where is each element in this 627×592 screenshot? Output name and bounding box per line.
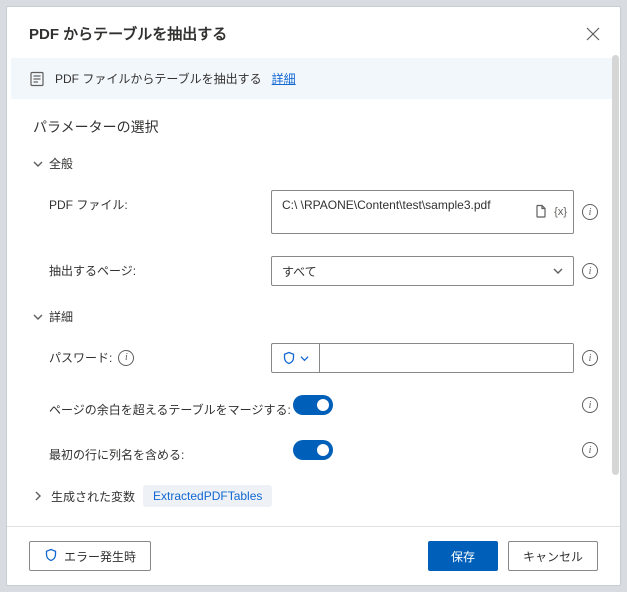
section-generated-label: 生成された変数	[51, 488, 135, 505]
info-bar: PDF ファイルからテーブルを抽出する 詳細	[11, 58, 616, 99]
merge-toggle[interactable]	[293, 395, 333, 415]
section-generated[interactable]: 生成された変数 ExtractedPDFTables	[33, 485, 598, 507]
dialog-body: パラメーターの選択 全般 PDF ファイル: C:\ \RPAONE\Conte…	[7, 99, 620, 526]
pdf-file-value: C:\ \RPAONE\Content\test\sample3.pdf	[282, 198, 491, 212]
chevron-right-icon	[33, 491, 43, 501]
dialog-title: PDF からテーブルを抽出する	[29, 23, 227, 44]
generated-variable-chip[interactable]: ExtractedPDFTables	[143, 485, 272, 507]
chevron-down-icon	[33, 312, 43, 322]
section-detail-label: 詳細	[49, 308, 73, 325]
info-icon[interactable]: i	[582, 350, 598, 366]
titlebar: PDF からテーブルを抽出する	[7, 7, 620, 58]
merge-label: ページの余白を超えるテーブルをマージする:	[33, 395, 293, 418]
scrollbar[interactable]	[612, 53, 619, 523]
info-link[interactable]: 詳細	[272, 70, 296, 87]
info-icon[interactable]: i	[582, 397, 598, 413]
shield-icon	[282, 351, 296, 365]
pdf-file-label: PDF ファイル:	[33, 190, 271, 213]
info-icon[interactable]: i	[582, 204, 598, 220]
password-input[interactable]	[320, 344, 573, 372]
info-icon[interactable]: i	[582, 263, 598, 279]
pdf-file-input[interactable]: C:\ \RPAONE\Content\test\sample3.pdf {x}	[271, 190, 574, 234]
row-pages: 抽出するページ: すべて i	[33, 256, 598, 286]
firstrow-label: 最初の行に列名を含める:	[33, 440, 293, 463]
info-icon[interactable]: i	[118, 350, 134, 366]
chevron-down-icon	[33, 159, 43, 169]
variable-picker-icon[interactable]: {x}	[554, 204, 567, 220]
footer: エラー発生時 保存 キャンセル	[7, 526, 620, 585]
firstrow-toggle[interactable]	[293, 440, 333, 460]
save-button[interactable]: 保存	[428, 541, 498, 571]
row-firstrow: 最初の行に列名を含める: i	[33, 440, 598, 463]
info-text: PDF ファイルからテーブルを抽出する	[55, 70, 262, 87]
pages-value: すべて	[282, 263, 317, 280]
chevron-down-icon	[553, 266, 563, 276]
section-general-label: 全般	[49, 155, 73, 172]
section-detail[interactable]: 詳細	[33, 308, 598, 325]
pages-select[interactable]: すべて	[271, 256, 574, 286]
row-password: パスワード: i i	[33, 343, 598, 373]
shield-outline-icon	[44, 548, 58, 565]
parameters-title: パラメーターの選択	[33, 117, 598, 137]
row-merge: ページの余白を超えるテーブルをマージする: i	[33, 395, 598, 418]
row-pdf-file: PDF ファイル: C:\ \RPAONE\Content\test\sampl…	[33, 190, 598, 234]
pages-label: 抽出するページ:	[33, 256, 271, 279]
pdf-icon	[29, 71, 45, 87]
cancel-button[interactable]: キャンセル	[508, 541, 598, 571]
scrollbar-thumb[interactable]	[612, 55, 619, 475]
password-field	[271, 343, 574, 373]
close-icon[interactable]	[586, 27, 600, 41]
on-error-button[interactable]: エラー発生時	[29, 541, 151, 571]
info-icon[interactable]: i	[582, 442, 598, 458]
section-general[interactable]: 全般	[33, 155, 598, 172]
password-label: パスワード:	[49, 349, 112, 366]
file-picker-icon[interactable]	[534, 204, 548, 220]
password-mode-select[interactable]	[272, 344, 320, 372]
chevron-down-icon	[300, 354, 309, 363]
dialog: PDF からテーブルを抽出する PDF ファイルからテーブルを抽出する 詳細 パ…	[6, 6, 621, 586]
on-error-label: エラー発生時	[64, 548, 136, 565]
